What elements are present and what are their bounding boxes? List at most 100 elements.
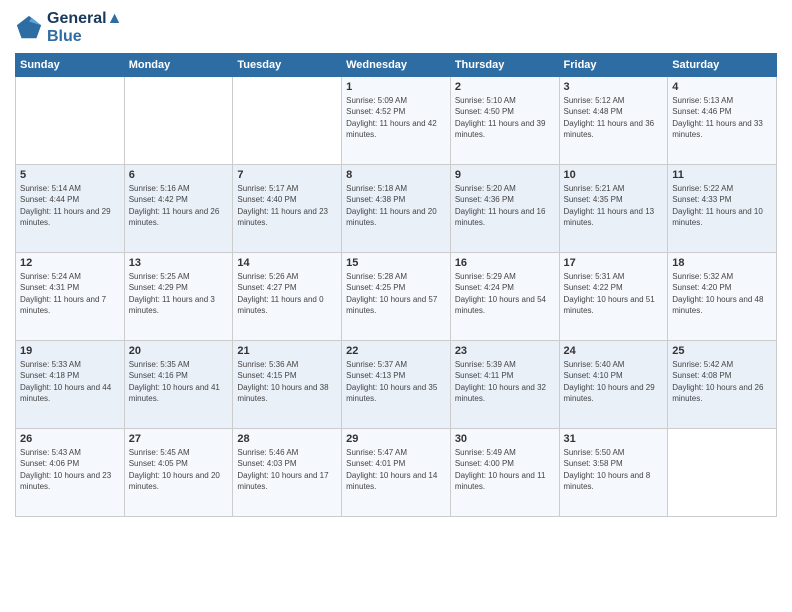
calendar-cell: 14 Sunrise: 5:26 AM Sunset: 4:27 PM Dayli… xyxy=(233,253,342,341)
day-number: 12 xyxy=(20,257,120,269)
weekday-header-wednesday: Wednesday xyxy=(342,54,451,77)
calendar-cell: 2 Sunrise: 5:10 AM Sunset: 4:50 PM Daylig… xyxy=(450,77,559,165)
day-info: Sunrise: 5:10 AM Sunset: 4:50 PM Dayligh… xyxy=(455,95,555,140)
day-info: Sunrise: 5:33 AM Sunset: 4:18 PM Dayligh… xyxy=(20,359,120,404)
calendar-cell: 6Sunrise: 5:16 AM Sunset: 4:42 PM Daylig… xyxy=(124,165,233,253)
day-number: 31 xyxy=(564,433,664,445)
day-number: 23 xyxy=(455,345,555,357)
day-number: 19 xyxy=(20,345,120,357)
calendar-body: 1 Sunrise: 5:09 AM Sunset: 4:52 PM Daylig… xyxy=(16,77,777,517)
day-info: Sunrise: 5:36 AM Sunset: 4:15 PM Dayligh… xyxy=(237,359,337,404)
day-number: 6 xyxy=(129,169,229,181)
calendar-week-row: 26 Sunrise: 5:43 AM Sunset: 4:06 PM Dayli… xyxy=(16,429,777,517)
day-number: 30 xyxy=(455,433,555,445)
calendar-cell xyxy=(16,77,125,165)
calendar-week-row: 5 Sunrise: 5:14 AM Sunset: 4:44 PM Daylig… xyxy=(16,165,777,253)
calendar-cell: 31Sunrise: 5:50 AM Sunset: 3:58 PM Dayli… xyxy=(559,429,668,517)
day-number: 11 xyxy=(672,169,772,181)
day-number: 1 xyxy=(346,81,446,93)
calendar-cell: 29 Sunrise: 5:47 AM Sunset: 4:01 PM Dayli… xyxy=(342,429,451,517)
day-number: 13 xyxy=(129,257,229,269)
calendar-cell: 10Sunrise: 5:21 AM Sunset: 4:35 PM Dayli… xyxy=(559,165,668,253)
calendar-cell: 11 Sunrise: 5:22 AM Sunset: 4:33 PM Dayli… xyxy=(668,165,777,253)
calendar-cell: 28 Sunrise: 5:46 AM Sunset: 4:03 PM Dayli… xyxy=(233,429,342,517)
day-info: Sunrise: 5:29 AM Sunset: 4:24 PM Dayligh… xyxy=(455,271,555,316)
calendar-cell: 1 Sunrise: 5:09 AM Sunset: 4:52 PM Daylig… xyxy=(342,77,451,165)
weekday-header-monday: Monday xyxy=(124,54,233,77)
day-info: Sunrise: 5:37 AM Sunset: 4:13 PM Dayligh… xyxy=(346,359,446,404)
day-number: 27 xyxy=(129,433,229,445)
calendar-cell: 13 Sunrise: 5:25 AM Sunset: 4:29 PM Dayli… xyxy=(124,253,233,341)
day-info: Sunrise: 5:45 AM Sunset: 4:05 PM Dayligh… xyxy=(129,447,229,492)
page-container: General▲ Blue SundayMondayTuesdayWednesd… xyxy=(0,0,792,612)
calendar-cell xyxy=(124,77,233,165)
day-number: 15 xyxy=(346,257,446,269)
day-info: Sunrise: 5:35 AM Sunset: 4:16 PM Dayligh… xyxy=(129,359,229,404)
day-number: 2 xyxy=(455,81,555,93)
day-info: Sunrise: 5:49 AM Sunset: 4:00 PM Dayligh… xyxy=(455,447,555,492)
day-info: Sunrise: 5:46 AM Sunset: 4:03 PM Dayligh… xyxy=(237,447,337,492)
day-info: Sunrise: 5:40 AM Sunset: 4:10 PM Dayligh… xyxy=(564,359,664,404)
calendar-cell: 30 Sunrise: 5:49 AM Sunset: 4:00 PM Dayli… xyxy=(450,429,559,517)
day-number: 24 xyxy=(564,345,664,357)
logo-text: General▲ Blue xyxy=(47,10,122,45)
calendar-cell xyxy=(668,429,777,517)
calendar-cell: 8 Sunrise: 5:18 AM Sunset: 4:38 PM Daylig… xyxy=(342,165,451,253)
calendar-week-row: 1 Sunrise: 5:09 AM Sunset: 4:52 PM Daylig… xyxy=(16,77,777,165)
day-number: 14 xyxy=(237,257,337,269)
calendar-cell: 17 Sunrise: 5:31 AM Sunset: 4:22 PM Dayli… xyxy=(559,253,668,341)
weekday-header-friday: Friday xyxy=(559,54,668,77)
day-info: Sunrise: 5:22 AM Sunset: 4:33 PM Dayligh… xyxy=(672,183,772,228)
day-info: Sunrise: 5:18 AM Sunset: 4:38 PM Dayligh… xyxy=(346,183,446,228)
day-info: Sunrise: 5:14 AM Sunset: 4:44 PM Dayligh… xyxy=(20,183,120,228)
calendar-header: SundayMondayTuesdayWednesdayThursdayFrid… xyxy=(16,54,777,77)
day-info: Sunrise: 5:24 AM Sunset: 4:31 PM Dayligh… xyxy=(20,271,120,316)
day-info: Sunrise: 5:13 AM Sunset: 4:46 PM Dayligh… xyxy=(672,95,772,140)
calendar-cell: 23 Sunrise: 5:39 AM Sunset: 4:11 PM Dayli… xyxy=(450,341,559,429)
day-info: Sunrise: 5:21 AM Sunset: 4:35 PM Dayligh… xyxy=(564,183,664,228)
day-number: 22 xyxy=(346,345,446,357)
day-number: 28 xyxy=(237,433,337,445)
day-number: 16 xyxy=(455,257,555,269)
day-info: Sunrise: 5:43 AM Sunset: 4:06 PM Dayligh… xyxy=(20,447,120,492)
day-info: Sunrise: 5:28 AM Sunset: 4:25 PM Dayligh… xyxy=(346,271,446,316)
day-info: Sunrise: 5:47 AM Sunset: 4:01 PM Dayligh… xyxy=(346,447,446,492)
calendar-cell: 26 Sunrise: 5:43 AM Sunset: 4:06 PM Dayli… xyxy=(16,429,125,517)
day-info: Sunrise: 5:39 AM Sunset: 4:11 PM Dayligh… xyxy=(455,359,555,404)
calendar-cell: 24 Sunrise: 5:40 AM Sunset: 4:10 PM Dayli… xyxy=(559,341,668,429)
calendar-cell: 18 Sunrise: 5:32 AM Sunset: 4:20 PM Dayli… xyxy=(668,253,777,341)
day-number: 21 xyxy=(237,345,337,357)
day-number: 25 xyxy=(672,345,772,357)
weekday-header-thursday: Thursday xyxy=(450,54,559,77)
calendar-cell: 15 Sunrise: 5:28 AM Sunset: 4:25 PM Dayli… xyxy=(342,253,451,341)
day-info: Sunrise: 5:09 AM Sunset: 4:52 PM Dayligh… xyxy=(346,95,446,140)
calendar-cell: 27 Sunrise: 5:45 AM Sunset: 4:05 PM Dayli… xyxy=(124,429,233,517)
logo: General▲ Blue xyxy=(15,10,122,45)
day-number: 20 xyxy=(129,345,229,357)
day-number: 8 xyxy=(346,169,446,181)
day-number: 7 xyxy=(237,169,337,181)
logo-icon xyxy=(15,14,43,42)
day-info: Sunrise: 5:32 AM Sunset: 4:20 PM Dayligh… xyxy=(672,271,772,316)
weekday-header-saturday: Saturday xyxy=(668,54,777,77)
day-number: 9 xyxy=(455,169,555,181)
day-info: Sunrise: 5:31 AM Sunset: 4:22 PM Dayligh… xyxy=(564,271,664,316)
calendar-cell: 16 Sunrise: 5:29 AM Sunset: 4:24 PM Dayli… xyxy=(450,253,559,341)
day-info: Sunrise: 5:42 AM Sunset: 4:08 PM Dayligh… xyxy=(672,359,772,404)
day-number: 4 xyxy=(672,81,772,93)
day-number: 17 xyxy=(564,257,664,269)
calendar-cell: 19 Sunrise: 5:33 AM Sunset: 4:18 PM Dayli… xyxy=(16,341,125,429)
calendar-cell: 25 Sunrise: 5:42 AM Sunset: 4:08 PM Dayli… xyxy=(668,341,777,429)
day-number: 18 xyxy=(672,257,772,269)
calendar-cell: 20 Sunrise: 5:35 AM Sunset: 4:16 PM Dayli… xyxy=(124,341,233,429)
day-number: 26 xyxy=(20,433,120,445)
calendar-cell: 4 Sunrise: 5:13 AM Sunset: 4:46 PM Daylig… xyxy=(668,77,777,165)
calendar-cell: 7Sunrise: 5:17 AM Sunset: 4:40 PM Daylig… xyxy=(233,165,342,253)
calendar-table: SundayMondayTuesdayWednesdayThursdayFrid… xyxy=(15,53,777,517)
weekday-header-tuesday: Tuesday xyxy=(233,54,342,77)
day-number: 29 xyxy=(346,433,446,445)
day-info: Sunrise: 5:25 AM Sunset: 4:29 PM Dayligh… xyxy=(129,271,229,316)
day-number: 5 xyxy=(20,169,120,181)
calendar-cell: 12 Sunrise: 5:24 AM Sunset: 4:31 PM Dayli… xyxy=(16,253,125,341)
day-info: Sunrise: 5:26 AM Sunset: 4:27 PM Dayligh… xyxy=(237,271,337,316)
